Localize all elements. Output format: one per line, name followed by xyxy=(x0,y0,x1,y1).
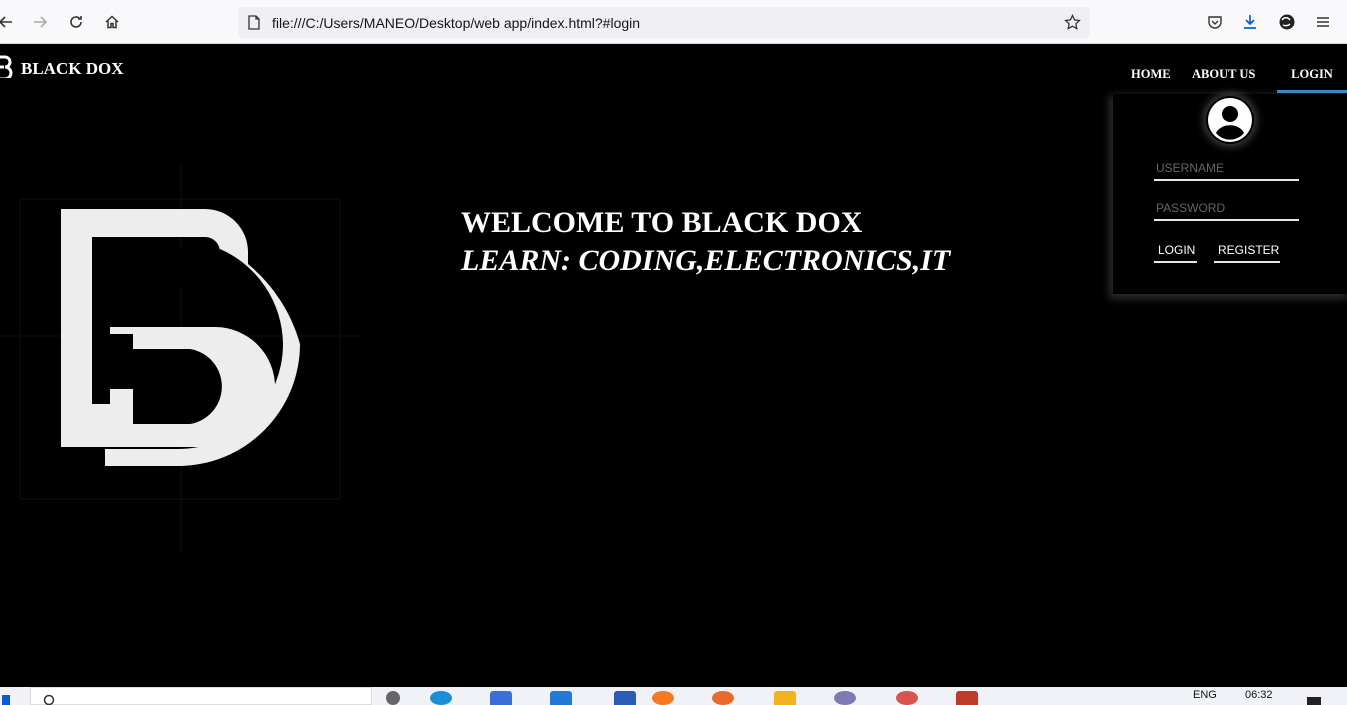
brand[interactable]: BLACK DOX xyxy=(0,54,123,83)
language-indicator[interactable]: ENG xyxy=(1193,689,1217,701)
nav-about-us[interactable]: ABOUT US xyxy=(1192,66,1277,93)
edge-icon[interactable] xyxy=(430,691,452,705)
firefox-icon[interactable] xyxy=(712,691,734,705)
extension-icon[interactable] xyxy=(1275,10,1299,34)
hero-subtitle: LEARN: CODING,ELECTRONICS,IT xyxy=(461,244,951,277)
reload-icon[interactable] xyxy=(64,10,88,34)
app-icon[interactable] xyxy=(614,691,636,705)
user-avatar-icon xyxy=(1206,96,1254,144)
username-input[interactable] xyxy=(1154,157,1299,181)
login-panel: LOGIN REGISTER xyxy=(1113,94,1347,294)
app-icon[interactable] xyxy=(490,691,512,705)
browser-toolbar: file:///C:/Users/MANEO/Desktop/web app/i… xyxy=(0,0,1347,44)
search-icon xyxy=(43,694,55,705)
main-nav: HOME ABOUT US LOGIN xyxy=(1131,66,1347,93)
hero-text: WELCOME TO BLACK DOX LEARN: CODING,ELECT… xyxy=(461,204,950,280)
app-icon[interactable] xyxy=(896,691,918,705)
password-input[interactable] xyxy=(1154,197,1299,221)
website-page: BLACK DOX HOME ABOUT US LOGIN WELCOME TO… xyxy=(0,44,1347,687)
bookmark-star-icon[interactable] xyxy=(1064,13,1081,36)
home-icon[interactable] xyxy=(100,10,124,34)
firefox-icon[interactable] xyxy=(652,691,674,705)
hero-logo xyxy=(0,164,360,554)
vscode-icon[interactable] xyxy=(550,691,572,705)
task-view-icon[interactable] xyxy=(386,691,400,705)
register-button[interactable]: REGISTER xyxy=(1214,238,1280,263)
brand-name: BLACK DOX xyxy=(21,58,124,78)
menu-icon[interactable] xyxy=(1311,10,1335,34)
back-icon[interactable] xyxy=(0,10,18,34)
url-text[interactable]: file:///C:/Users/MANEO/Desktop/web app/i… xyxy=(272,15,640,31)
clock-time[interactable]: 06:32 xyxy=(1245,689,1273,701)
download-icon[interactable] xyxy=(1238,10,1262,34)
url-bar[interactable]: file:///C:/Users/MANEO/Desktop/web app/i… xyxy=(238,7,1090,38)
forward-icon[interactable] xyxy=(28,10,52,34)
hero-title: WELCOME TO BLACK DOX xyxy=(461,206,863,239)
taskbar-search[interactable] xyxy=(30,687,372,705)
taskbar: ENG 06:32 xyxy=(0,687,1347,705)
login-button[interactable]: LOGIN xyxy=(1154,238,1197,263)
pocket-icon[interactable] xyxy=(1203,10,1227,34)
nav-login[interactable]: LOGIN xyxy=(1277,66,1347,93)
page-icon xyxy=(248,15,260,35)
nav-home[interactable]: HOME xyxy=(1131,66,1192,93)
brand-logo-icon xyxy=(0,54,15,83)
notifications-icon[interactable] xyxy=(1307,697,1321,705)
app-icon[interactable] xyxy=(834,691,856,705)
start-icon[interactable] xyxy=(2,695,10,705)
app-icon[interactable] xyxy=(956,691,978,705)
app-icon[interactable] xyxy=(774,691,796,705)
